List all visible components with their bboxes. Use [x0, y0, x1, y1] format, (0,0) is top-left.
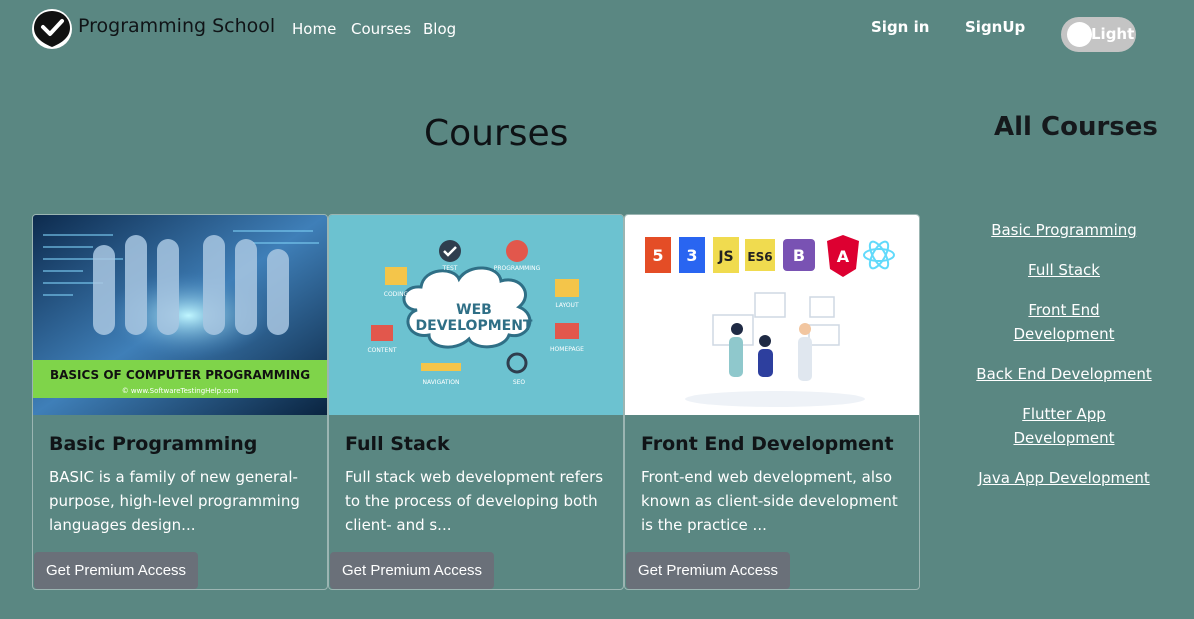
course-card-front-end: 5 3 JS ES6 B A Front End Development Fro…	[624, 214, 920, 590]
badge-css3: 3	[686, 246, 697, 265]
card-description: Front-end web development, also known as…	[641, 468, 898, 534]
sidebar-link-java[interactable]: Java App Development	[964, 466, 1164, 490]
label-navigation: NAVIGATION	[422, 379, 459, 386]
get-premium-access-button[interactable]: Get Premium Access	[626, 552, 791, 589]
badge-html5: 5	[652, 246, 663, 265]
sidebar-title: All Courses	[994, 112, 1158, 142]
label-test: TEST	[442, 265, 458, 272]
sidebar-link-back-end[interactable]: Back End Development	[964, 362, 1164, 386]
course-card-full-stack: WEB DEVELOPMENT TEST PROGRAMMING CODING …	[328, 214, 624, 590]
card-title[interactable]: Basic Programming	[49, 433, 257, 455]
course-image-basic-programming: BASICS OF COMPUTER PROGRAMMING © www.Sof…	[33, 215, 327, 415]
course-image-front-end: 5 3 JS ES6 B A	[625, 215, 919, 415]
course-card-basic-programming: BASICS OF COMPUTER PROGRAMMING © www.Sof…	[32, 214, 328, 590]
sidebar-link-full-stack[interactable]: Full Stack	[964, 258, 1164, 282]
image-subcaption-basic: © www.SoftwareTestingHelp.com	[122, 387, 239, 395]
card-title[interactable]: Front End Development	[641, 433, 894, 455]
toggle-knob	[1067, 22, 1092, 47]
all-courses-list: Basic Programming Full Stack Front End D…	[964, 218, 1164, 506]
badge-es6: ES6	[747, 250, 772, 264]
nav-link-home[interactable]: Home	[292, 20, 336, 38]
get-premium-access-button[interactable]: Get Premium Access	[34, 552, 199, 589]
theme-toggle[interactable]: Light	[1061, 17, 1136, 52]
get-premium-access-button[interactable]: Get Premium Access	[330, 552, 495, 589]
page-title: Courses	[424, 113, 569, 154]
card-description: Full stack web development refers to the…	[345, 468, 604, 534]
signin-button[interactable]: Sign in	[871, 18, 929, 36]
navbar: Programming School Home Courses Blog Sig…	[0, 0, 1194, 60]
label-content: CONTENT	[367, 347, 396, 354]
theme-toggle-label: Light	[1091, 25, 1135, 43]
card-description: BASIC is a family of new general-purpose…	[49, 468, 300, 534]
nav-link-courses[interactable]: Courses	[351, 20, 411, 38]
nav-link-blog[interactable]: Blog	[423, 20, 456, 38]
label-programming: PROGRAMMING	[494, 265, 541, 272]
web-development-line-1: WEB	[456, 302, 492, 318]
label-coding: CODING	[384, 291, 409, 298]
sidebar-link-basic-programming[interactable]: Basic Programming	[964, 218, 1164, 242]
badge-js: JS	[717, 249, 733, 265]
brand-name[interactable]: Programming School	[78, 15, 275, 37]
web-development-line-2: DEVELOPMENT	[416, 318, 533, 334]
sidebar-link-front-end[interactable]: Front End Development	[964, 298, 1164, 346]
badge-angular: A	[837, 247, 850, 266]
sidebar-link-flutter[interactable]: Flutter App Development	[964, 402, 1164, 450]
course-image-full-stack: WEB DEVELOPMENT TEST PROGRAMMING CODING …	[329, 215, 623, 415]
signup-button[interactable]: SignUp	[965, 18, 1025, 36]
card-title[interactable]: Full Stack	[345, 433, 450, 455]
image-caption-basic: BASICS OF COMPUTER PROGRAMMING	[50, 368, 310, 382]
label-seo: SEO	[513, 379, 526, 386]
label-layout: LAYOUT	[555, 302, 579, 309]
brand-logo-icon[interactable]	[32, 9, 72, 49]
label-homepage: HOMEPAGE	[550, 346, 584, 353]
badge-bootstrap: B	[793, 246, 805, 265]
